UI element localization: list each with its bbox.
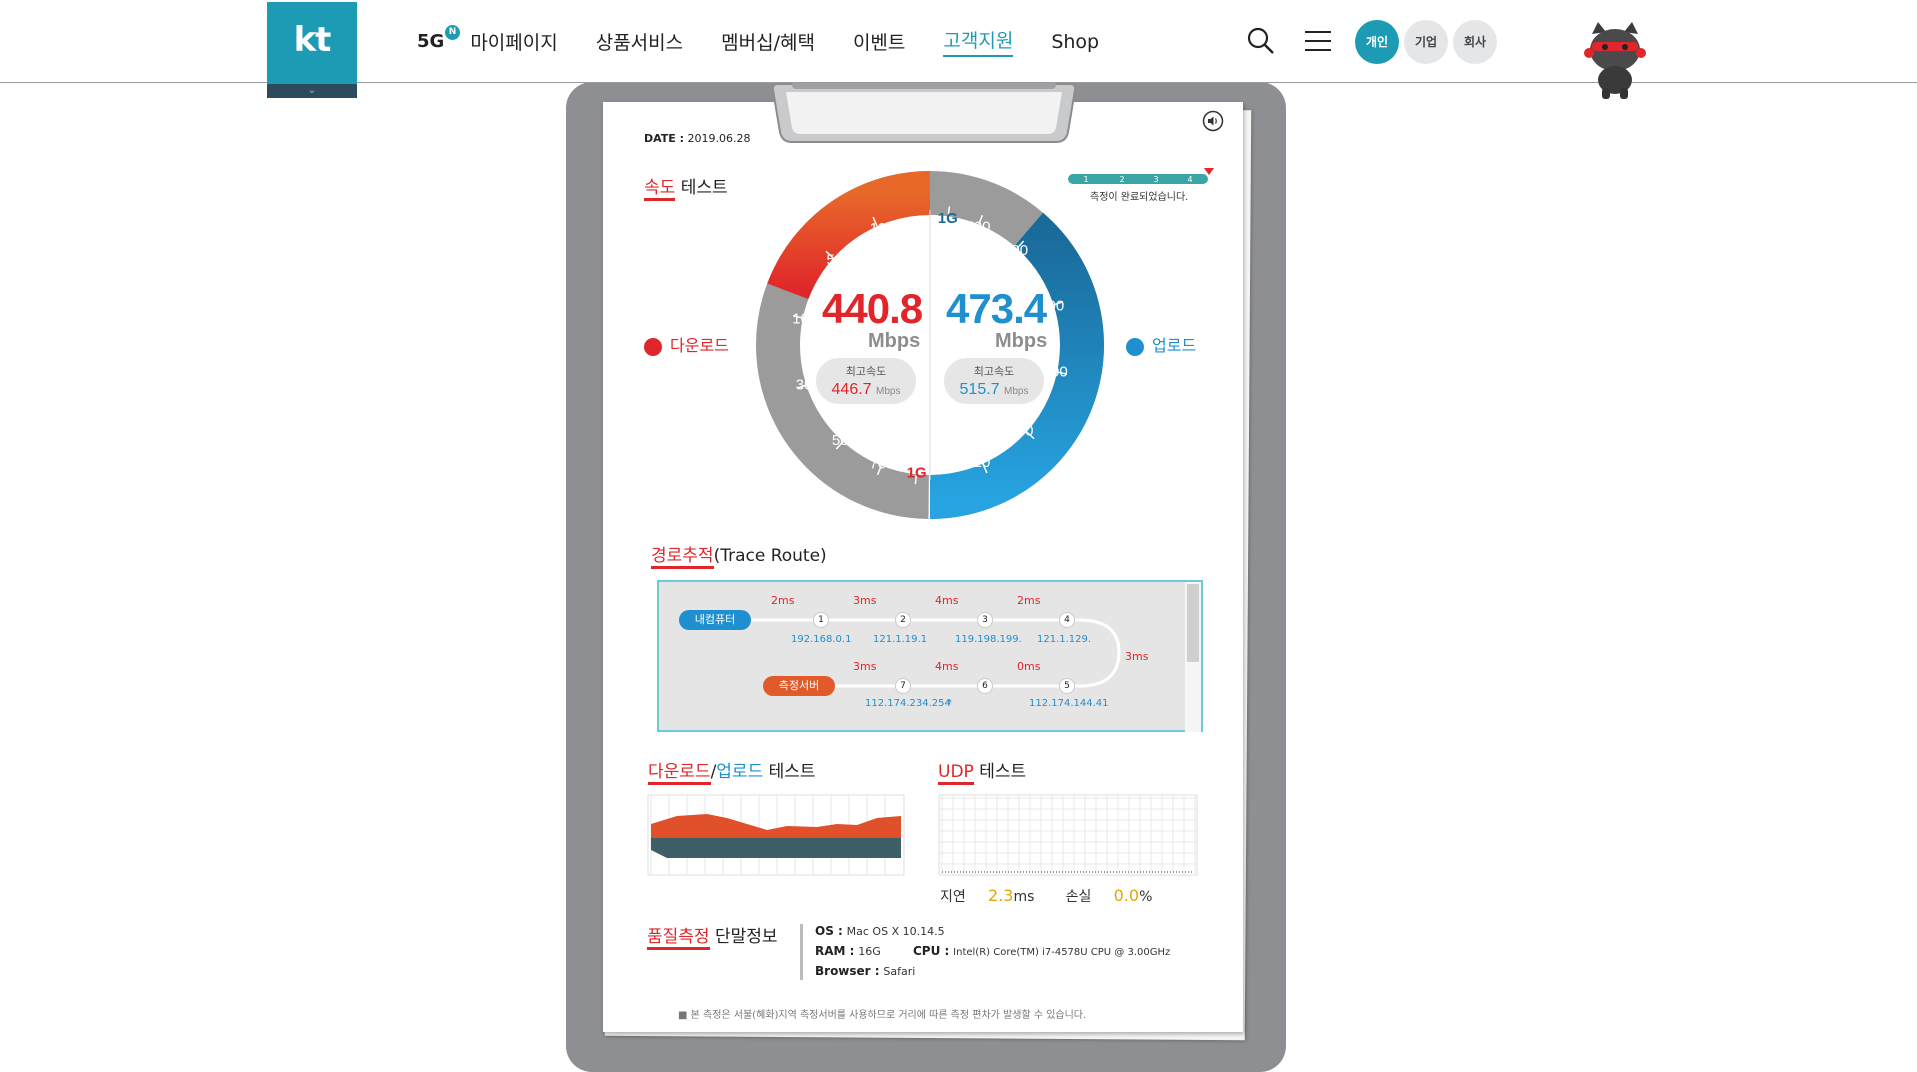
upload-gauge-tick-label: 700	[965, 218, 990, 235]
udp-loss-value: 0.0	[1113, 886, 1140, 905]
menu-icon[interactable]	[1303, 26, 1333, 56]
trace-hop-ms: 3ms	[853, 660, 877, 673]
upload-speed-unit: Mbps	[995, 330, 1048, 352]
download-gauge-tick-label: 1G	[907, 464, 927, 481]
upload-gauge-tick-label: 1G	[938, 210, 958, 227]
nav-item-support[interactable]: 고객지원	[943, 26, 1014, 57]
trace-route-title: 경로추적(Trace Route)	[651, 541, 827, 569]
nav-item-products[interactable]: 상품서비스	[596, 28, 683, 55]
udp-latency-value: 2.3	[988, 886, 1014, 905]
trace-hop-ip: 112.174.234.254	[865, 698, 951, 709]
trace-route-path	[739, 618, 1121, 688]
trace-hop-node: 1	[813, 612, 829, 628]
udp-results: 지연 2.3ms 손실 0.0%	[940, 886, 1153, 905]
kt-logo[interactable]: kt ⌄	[267, 2, 357, 98]
download-gauge-tick-label: 500	[832, 432, 857, 449]
upload-gauge-tick-label: 500	[1003, 242, 1028, 259]
download-speed-unit: Mbps	[868, 330, 921, 352]
upload-dot-icon	[1126, 337, 1144, 356]
progress-step-3: 3	[1153, 175, 1158, 184]
search-icon[interactable]	[1246, 26, 1276, 56]
trace-hop-node: 7	[895, 678, 911, 694]
nav-item-shop[interactable]: Shop	[1051, 31, 1099, 53]
trace-hop-ip: 119.198.199.	[955, 634, 1022, 645]
upload-gauge-tick-label: 50	[1017, 423, 1034, 440]
trace-hop-node: 6	[977, 678, 993, 694]
trace-hop-ms: 4ms	[935, 594, 959, 607]
trace-hop-node: 4	[1059, 612, 1075, 628]
trace-hop-node: 2	[895, 612, 911, 628]
nav-item-events[interactable]: 이벤트	[853, 28, 905, 55]
upload-gauge-tick-label: 10	[974, 454, 991, 471]
nav-item-membership[interactable]: 멤버십/혜택	[721, 28, 815, 55]
nav-item-5g[interactable]: 5G N	[417, 25, 460, 52]
trace-hop-ms: 3ms	[853, 594, 877, 607]
upload-gauge-tick-label: 100	[1043, 364, 1068, 381]
trace-hop-ip: 121.1.129.	[1037, 634, 1092, 645]
upload-max-box: 최고속도 515.7 Mbps	[944, 358, 1044, 404]
trace-hop-ms: 0ms	[1017, 660, 1041, 673]
download-gauge-tick-label: 10	[870, 220, 887, 237]
clip-icon	[772, 80, 1076, 143]
device-info-title: 품질측정 단말정보	[647, 922, 778, 950]
speaker-icon[interactable]	[1202, 110, 1224, 132]
trace-hop-ip: 192.168.0.1	[791, 634, 852, 645]
download-max-value: 446.7	[831, 381, 872, 398]
trace-end-pill: 측정서버	[763, 676, 835, 696]
udp-test-graph	[938, 794, 1198, 876]
segment-company[interactable]: 회사	[1453, 20, 1497, 64]
trace-hop-ms: 4ms	[935, 660, 959, 673]
footnote: ■ 본 측정은 서불(혜화)지역 측정서버를 사용하므로 거리에 따른 측정 편…	[678, 1010, 1087, 1021]
download-gauge-tick-label: 100	[792, 310, 817, 327]
trace-hop-ms: 2ms	[1017, 594, 1041, 607]
chevron-down-icon[interactable]: ⌄	[267, 84, 357, 98]
trace-route-panel: 내컴퓨터 측정서버 2ms 1 192.168.0.1 3ms 2 121.1.19.1 4…	[657, 580, 1203, 732]
trace-hop-node: 5	[1059, 678, 1075, 694]
udp-test-title: UDP 테스트	[938, 757, 1026, 785]
device-ram: RAM : 16G	[815, 944, 881, 958]
mascot-character-icon[interactable]	[1580, 20, 1650, 100]
trace-start-pill: 내컴퓨터	[679, 610, 751, 630]
speed-test-title: 속도 테스트	[644, 173, 728, 201]
upload-legend: 업로드	[1126, 332, 1196, 356]
download-gauge-fill	[767, 171, 931, 300]
progress-step-2: 2	[1119, 175, 1124, 184]
trace-turn-ms: 3ms	[1125, 650, 1149, 663]
dlul-test-title: 다운로드/업로드 테스트	[648, 757, 816, 785]
download-gauge-tick-label: 700	[870, 456, 895, 473]
download-dot-icon	[644, 337, 662, 356]
trace-hop-ms: 2ms	[771, 594, 795, 607]
download-speed-value: 440.8	[822, 285, 923, 332]
new-badge: N	[445, 25, 460, 40]
download-max-box: 최고속도 446.7 Mbps	[816, 358, 916, 404]
speed-gauge: 10501003005007001G1G 7005003001005010	[756, 171, 1104, 519]
download-gauge-tick-label: 50	[827, 251, 844, 268]
segment-personal[interactable]: 개인	[1355, 20, 1399, 64]
download-legend: 다운로드	[644, 332, 729, 356]
trace-hop-ip: 121.1.19.1	[873, 634, 928, 645]
device-info-divider	[800, 924, 803, 980]
progress-step-4: 4	[1187, 175, 1192, 184]
upload-max-value: 515.7	[959, 381, 1000, 398]
main-nav: 5G N 마이페이지 상품서비스 멤버십/혜택 이벤트 고객지원 Shop	[417, 25, 1137, 57]
segment-business[interactable]: 기업	[1404, 20, 1448, 64]
nav-item-mypage[interactable]: 마이페이지	[470, 28, 557, 55]
device-browser: Browser : Safari	[815, 964, 916, 978]
report-date: DATE : 2019.06.28	[644, 132, 751, 145]
upload-speed-value: 473.4	[946, 285, 1047, 332]
device-os: OS : Mac OS X 10.14.5	[815, 924, 945, 938]
device-cpu: CPU : Intel(R) Core(TM) i7-4578U CPU @ 3…	[913, 944, 1171, 958]
trace-hop-ip: 112.174.144.41	[1029, 698, 1109, 709]
trace-hop-node: 3	[977, 612, 993, 628]
dlul-test-graph	[647, 794, 905, 876]
